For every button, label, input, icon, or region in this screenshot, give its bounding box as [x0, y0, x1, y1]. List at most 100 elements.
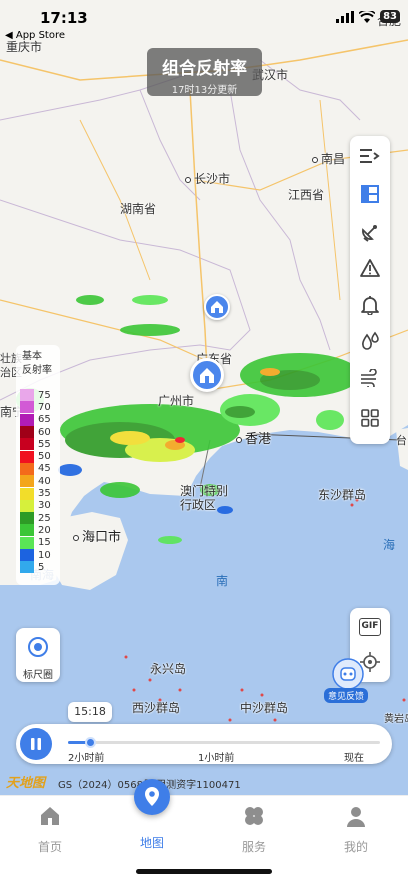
- bell-icon[interactable]: [358, 293, 382, 317]
- legend-value: 40: [38, 475, 51, 487]
- legend-value: 10: [38, 549, 51, 561]
- tab-label: 我的: [343, 840, 368, 854]
- legend-swatch: [20, 524, 34, 537]
- tab-services[interactable]: 服务: [224, 804, 284, 855]
- legend-value: 45: [38, 463, 51, 475]
- robot-icon: [332, 658, 364, 690]
- tab-bar: 首页 地图 服务 我的: [0, 795, 408, 883]
- layer-title-card[interactable]: 组合反射率 17时13分更新: [147, 48, 262, 96]
- legend-swatch: [20, 561, 34, 574]
- legend-title: 基本 反射率: [22, 351, 52, 376]
- legend-value: 60: [38, 426, 51, 438]
- status-time: 17:13: [40, 9, 88, 27]
- legend-rows: 75 70 65 60 55 50 45 40 35 30 25 20 15 10 5: [20, 389, 51, 574]
- legend-value: 5: [38, 561, 45, 573]
- status-icons: 83: [336, 10, 400, 23]
- ruler-circle-label: 标尺圈: [23, 670, 53, 681]
- feedback-label: 意见反馈: [324, 688, 369, 703]
- map-credit: 天地图 GS（2024）0568号 甲测资字1100471: [0, 770, 408, 796]
- person-icon: [347, 807, 365, 827]
- place-label: 广州市: [158, 394, 195, 408]
- place-label: 台: [396, 434, 407, 447]
- tianditu-logo: 天地图: [6, 776, 46, 791]
- back-to-app-link[interactable]: ◀ App Store: [5, 30, 65, 41]
- legend-item: 50: [20, 450, 51, 463]
- legend-item: 65: [20, 413, 51, 426]
- legend-value: 55: [38, 438, 51, 450]
- legend-swatch: [20, 499, 34, 512]
- legend-swatch: [20, 401, 34, 414]
- legend-item: 70: [20, 401, 51, 414]
- legend-item: 30: [20, 499, 51, 512]
- station-marker-icon[interactable]: [204, 294, 230, 320]
- place-label: 海: [383, 538, 396, 552]
- legend-value: 30: [38, 500, 51, 512]
- legend-value: 20: [38, 524, 51, 536]
- home-indicator: [136, 869, 272, 874]
- satellite-dish-icon[interactable]: [358, 220, 382, 244]
- timeline-label-mid: 1小时前: [198, 753, 235, 764]
- legend-item: 20: [20, 524, 51, 537]
- timeline-label-start: 2小时前: [68, 753, 105, 764]
- battery-indicator: 83: [380, 10, 400, 23]
- current-frame-time: 15:18: [68, 702, 112, 722]
- place-label: 湖南省: [120, 202, 157, 216]
- place-label: 江西省: [288, 188, 325, 202]
- legend-swatch: [20, 426, 34, 439]
- map-tab-button[interactable]: [134, 779, 170, 815]
- legend-swatch: [20, 438, 34, 451]
- grid-apps-icon[interactable]: [358, 406, 382, 430]
- gif-button[interactable]: GIF: [359, 618, 381, 636]
- place-label: 东沙群岛: [318, 488, 367, 502]
- layer-menu-icon[interactable]: [358, 144, 382, 168]
- legend-value: 15: [38, 537, 51, 549]
- map-toolbar: [350, 136, 390, 444]
- wifi-icon: [359, 10, 376, 23]
- timeline-scrubber[interactable]: [84, 737, 96, 748]
- map-pin-icon: [145, 787, 159, 806]
- timeline-label-end: 现在: [344, 753, 364, 764]
- legend-value: 75: [38, 389, 51, 401]
- place-label: 香港: [236, 428, 271, 447]
- place-label: 中沙群岛: [240, 701, 289, 715]
- tab-home[interactable]: 首页: [20, 804, 80, 855]
- layout-grid-icon[interactable]: [358, 182, 382, 206]
- rain-drops-icon[interactable]: [358, 329, 382, 353]
- legend-item: 60: [20, 426, 51, 439]
- legend-value: 65: [38, 414, 51, 426]
- legend-value: 35: [38, 488, 51, 500]
- legend-item: 75: [20, 389, 51, 402]
- place-label: 澳门特别行政区: [180, 484, 229, 512]
- feedback-button[interactable]: 意见反馈: [324, 658, 369, 703]
- ruler-circle-button[interactable]: 标尺圈: [16, 628, 60, 682]
- tab-profile[interactable]: 我的: [326, 804, 386, 855]
- layer-title: 组合反射率: [162, 59, 247, 79]
- clover-icon: [245, 807, 263, 825]
- legend-item: 55: [20, 438, 51, 451]
- home-icon: [41, 807, 59, 825]
- pause-button[interactable]: [20, 728, 52, 760]
- signal-icon: [336, 10, 355, 23]
- wind-icon[interactable]: [358, 366, 382, 390]
- legend-item: 10: [20, 549, 51, 561]
- legend-item: 40: [20, 475, 51, 488]
- reflectivity-legend: 基本 反射率 75 70 65 60 55 50 45 40 35 30 25 20 15 10 5: [16, 345, 60, 585]
- timeline-track[interactable]: [68, 737, 380, 748]
- legend-item: 45: [20, 462, 51, 475]
- legend-swatch: [20, 475, 34, 488]
- place-label: 黄岩岛: [384, 714, 408, 725]
- place-label: 永兴岛: [150, 662, 187, 676]
- legend-swatch: [20, 413, 34, 426]
- legend-swatch: [20, 389, 34, 402]
- legend-item: 25: [20, 512, 51, 525]
- legend-swatch: [20, 462, 34, 475]
- tab-label: 地图: [139, 836, 164, 850]
- legend-swatch: [20, 536, 34, 549]
- warning-icon[interactable]: [358, 256, 382, 280]
- update-time: 17时13分更新: [171, 85, 238, 96]
- radar-station-marker-icon[interactable]: [190, 358, 224, 392]
- tab-label: 首页: [37, 840, 62, 854]
- place-label: 南昌: [312, 150, 345, 167]
- status-bar: 17:13 ◀ App Store 83: [0, 0, 408, 41]
- tab-label: 服务: [241, 840, 266, 854]
